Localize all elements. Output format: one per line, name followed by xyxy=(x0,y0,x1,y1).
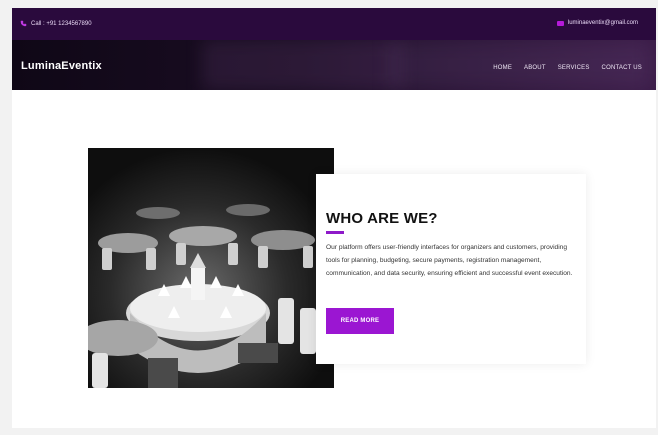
navbar-background xyxy=(202,40,402,90)
nav-about[interactable]: ABOUT xyxy=(524,63,546,73)
brand-logo[interactable]: LuminaEventix xyxy=(21,60,102,72)
banquet-hall-photo xyxy=(88,148,334,388)
about-description: Our platform offers user-friendly interf… xyxy=(326,244,573,277)
mail-icon xyxy=(556,20,564,26)
contact-topbar: Call : +91 1234567890 luminaeventix@gmai… xyxy=(12,8,656,40)
banquet-hall-illustration xyxy=(88,148,334,388)
browser-page: Call : +91 1234567890 luminaeventix@gmai… xyxy=(12,8,656,428)
read-more-button[interactable]: READ MORE xyxy=(326,308,394,334)
call-info: Call : +91 1234567890 xyxy=(20,20,92,27)
nav-services[interactable]: SERVICES xyxy=(558,63,590,73)
title-accent-bar xyxy=(326,231,344,234)
phone-icon xyxy=(20,20,27,27)
navbar: LuminaEventix HOME ABOUT SERVICES CONTAC… xyxy=(12,40,656,90)
about-card: WHO ARE WE? Our platform offers user-fri… xyxy=(316,174,586,364)
about-title: WHO ARE WE? xyxy=(326,210,438,227)
nav-home[interactable]: HOME xyxy=(493,63,512,73)
email-info[interactable]: luminaeventix@gmail.com xyxy=(556,20,638,26)
call-text: Call : +91 1234567890 xyxy=(31,20,92,27)
main-menu: HOME ABOUT SERVICES CONTACT US xyxy=(493,63,642,73)
nav-contact-us[interactable]: CONTACT US xyxy=(602,63,642,73)
email-text[interactable]: luminaeventix@gmail.com xyxy=(568,20,638,26)
